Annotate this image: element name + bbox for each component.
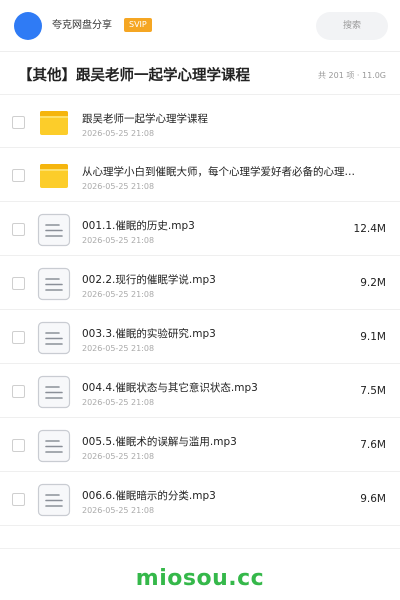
row-checkbox[interactable] [12, 493, 25, 506]
folder-summary: 共 201 项 · 11.0G [318, 71, 386, 80]
item-size: 9.1M [360, 331, 386, 343]
item-date: 2026-05-25 21:08 [82, 506, 155, 515]
row-checkbox[interactable] [12, 116, 25, 129]
item-name[interactable]: 003.3.催眠的实验研究.mp3 [82, 327, 372, 341]
item-date: 2026-05-25 21:08 [82, 344, 155, 353]
item-size: 12.4M [353, 223, 386, 235]
file-row[interactable]: 004.4.催眠状态与其它意识状态.mp3 2026-05-25 21:08 7.5… [0, 364, 400, 418]
item-name[interactable]: 001.1.催眠的历史.mp3 [82, 219, 372, 233]
document-icon [37, 267, 71, 301]
item-date: 2026-05-25 21:08 [82, 452, 155, 461]
search-input[interactable]: 搜索 [316, 12, 388, 40]
row-checkbox[interactable] [12, 439, 25, 452]
row-checkbox[interactable] [12, 331, 25, 344]
document-icon [37, 213, 71, 247]
avatar[interactable] [14, 12, 42, 40]
item-size: 9.6M [360, 493, 386, 505]
item-name[interactable]: 006.6.催眠暗示的分类.mp3 [82, 489, 372, 503]
top-bar: 夸克网盘分享 SVIP 搜索 [0, 0, 400, 52]
item-size: 7.6M [360, 439, 386, 451]
file-row[interactable]: 006.6.催眠暗示的分类.mp3 2026-05-25 21:08 9.6M [0, 472, 400, 526]
item-name[interactable]: 004.4.催眠状态与其它意识状态.mp3 [82, 381, 372, 395]
file-row[interactable]: 005.5.催眠术的误解与滥用.mp3 2026-05-25 21:08 7.6M [0, 418, 400, 472]
item-date: 2026-05-25 21:08 [82, 182, 155, 191]
folder-icon [37, 106, 71, 140]
item-name[interactable]: 005.5.催眠术的误解与滥用.mp3 [82, 435, 372, 449]
footer-divider [0, 548, 400, 549]
document-icon [37, 429, 71, 463]
user-name: 夸克网盘分享 [52, 20, 112, 31]
svip-badge: SVIP [124, 18, 152, 32]
item-date: 2026-05-25 21:08 [82, 398, 155, 407]
row-checkbox[interactable] [12, 169, 25, 182]
document-icon [37, 375, 71, 409]
item-date: 2026-05-25 21:08 [82, 290, 155, 299]
item-date: 2026-05-25 21:08 [82, 129, 155, 138]
item-name[interactable]: 跟吴老师一起学心理学课程 [82, 112, 372, 126]
row-checkbox[interactable] [12, 385, 25, 398]
item-date: 2026-05-25 21:08 [82, 236, 155, 245]
item-size: 7.5M [360, 385, 386, 397]
file-row[interactable]: 002.2.现行的催眠学说.mp3 2026-05-25 21:08 9.2M [0, 256, 400, 310]
file-row[interactable]: 001.1.催眠的历史.mp3 2026-05-25 21:08 12.4M [0, 202, 400, 256]
row-checkbox[interactable] [12, 223, 25, 236]
item-name[interactable]: 从心理学小白到催眠大师，每个心理学爱好者必备的心理… [82, 165, 372, 179]
folder-row[interactable]: 跟吴老师一起学心理学课程 2026-05-25 21:08 [0, 94, 400, 148]
document-icon [37, 483, 71, 517]
row-checkbox[interactable] [12, 277, 25, 290]
site-watermark: miosou.cc [135, 566, 265, 591]
folder-icon [37, 159, 71, 193]
page-title: 【其他】跟吴老师一起学心理学课程 [18, 68, 250, 84]
item-size: 9.2M [360, 277, 386, 289]
file-list: 跟吴老师一起学心理学课程 2026-05-25 21:08 从心理学小白到催眠大师，… [0, 94, 400, 526]
document-icon [37, 321, 71, 355]
folder-row[interactable]: 从心理学小白到催眠大师，每个心理学爱好者必备的心理… 2026-05-25 21:… [0, 148, 400, 202]
file-row[interactable]: 003.3.催眠的实验研究.mp3 2026-05-25 21:08 9.1M [0, 310, 400, 364]
item-name[interactable]: 002.2.现行的催眠学说.mp3 [82, 273, 372, 287]
